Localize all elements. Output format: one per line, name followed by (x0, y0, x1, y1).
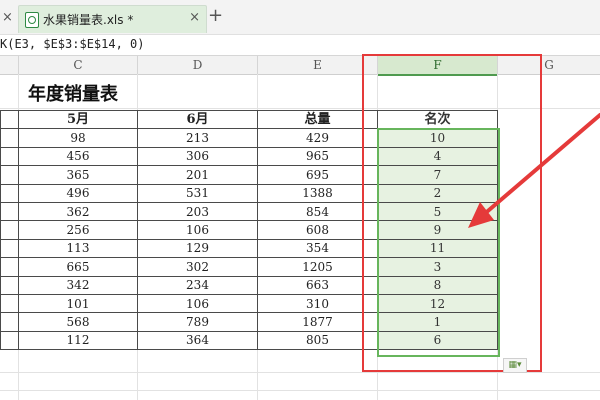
formula-bar[interactable]: K(E3, $E$3:$E$14, 0) (0, 35, 600, 56)
table-cell[interactable] (0, 183, 19, 203)
table-row: 365 201 695 7 (0, 165, 498, 185)
file-tab-title: 水果销量表.xls * (43, 13, 134, 27)
cell-rank[interactable]: 2 (377, 183, 498, 203)
cell-jun[interactable]: 531 (137, 183, 258, 203)
cell-may[interactable]: 342 (18, 275, 138, 295)
cell-may[interactable]: 256 (18, 220, 138, 240)
table-cell[interactable] (0, 146, 19, 167)
spreadsheet-file-icon (25, 12, 39, 28)
table-row: 98 213 429 10 (0, 128, 498, 148)
autofill-options-icon[interactable]: ▦▾ (503, 358, 527, 373)
column-header-stub (0, 56, 19, 75)
table-cell[interactable] (0, 257, 19, 277)
table-header-row: 5月 6月 总量 名次 (0, 109, 498, 130)
column-header-d[interactable]: D (138, 56, 258, 75)
cell-jun[interactable]: 106 (137, 220, 258, 240)
table-cell[interactable] (0, 238, 19, 259)
cell-rank[interactable]: 8 (377, 275, 498, 295)
cell-jun[interactable]: 364 (137, 330, 258, 351)
cell-jun[interactable]: 302 (137, 257, 258, 277)
grid-line (0, 390, 600, 391)
cell-jun[interactable]: 203 (137, 201, 258, 222)
cell-jun[interactable]: 306 (137, 146, 258, 167)
table-cell[interactable] (0, 220, 19, 240)
cell-may[interactable]: 112 (18, 330, 138, 351)
header-jun[interactable]: 6月 (137, 109, 258, 130)
cell-may[interactable]: 113 (18, 238, 138, 259)
new-tab-button[interactable]: + (208, 5, 223, 26)
column-header-f[interactable]: F (378, 56, 498, 76)
cell-rank[interactable]: 4 (377, 146, 498, 167)
table-row: 496 531 1388 2 (0, 183, 498, 203)
cell-total[interactable]: 354 (257, 238, 378, 259)
cell-jun[interactable]: 201 (137, 165, 258, 185)
cell-total[interactable]: 1205 (257, 257, 378, 277)
cell-total[interactable]: 608 (257, 220, 378, 240)
cell-rank[interactable]: 12 (377, 293, 498, 314)
cell-total[interactable]: 695 (257, 165, 378, 185)
cell-may[interactable]: 101 (18, 293, 138, 314)
table-cell[interactable] (0, 293, 19, 314)
cell-total[interactable]: 1388 (257, 183, 378, 203)
cell-total[interactable]: 429 (257, 128, 378, 148)
cell-may[interactable]: 456 (18, 146, 138, 167)
cell-total[interactable]: 1877 (257, 312, 378, 332)
cell-total[interactable]: 663 (257, 275, 378, 295)
column-header-c[interactable]: C (19, 56, 138, 75)
cell-may[interactable]: 365 (18, 165, 138, 185)
table-row: 113 129 354 11 (0, 238, 498, 259)
sheet-title: 年度销量表 (28, 84, 118, 105)
cell-jun[interactable]: 129 (137, 238, 258, 259)
cell-rank[interactable]: 6 (377, 330, 498, 351)
table-cell[interactable] (0, 201, 19, 222)
close-icon[interactable]: × (2, 10, 13, 25)
tab-close-icon[interactable]: × (189, 10, 200, 25)
table-cell[interactable] (0, 165, 19, 185)
grid-line (0, 108, 600, 109)
tab-bar: × 水果销量表.xls * × + (0, 0, 600, 35)
table-cell[interactable] (0, 330, 19, 351)
cell-jun[interactable]: 213 (137, 128, 258, 148)
table-row: 362 203 854 5 (0, 201, 498, 222)
column-header-e[interactable]: E (258, 56, 378, 75)
cell-total[interactable]: 965 (257, 146, 378, 167)
formula-text: K(E3, $E$3:$E$14, 0) (0, 37, 145, 51)
cell-rank[interactable]: 1 (377, 312, 498, 332)
cell-jun[interactable]: 106 (137, 293, 258, 314)
cell-rank[interactable]: 3 (377, 257, 498, 277)
cell-rank[interactable]: 9 (377, 220, 498, 240)
table-cell[interactable] (0, 128, 19, 148)
column-header-g[interactable]: G (498, 56, 600, 75)
cell-may[interactable]: 98 (18, 128, 138, 148)
cell-rank[interactable]: 11 (377, 238, 498, 259)
cell-total[interactable]: 805 (257, 330, 378, 351)
cell-may[interactable]: 362 (18, 201, 138, 222)
cell-rank[interactable]: 5 (377, 201, 498, 222)
table-cell[interactable] (0, 109, 19, 130)
table-cell[interactable] (0, 312, 19, 332)
table-row: 342 234 663 8 (0, 275, 498, 295)
cell-may[interactable]: 568 (18, 312, 138, 332)
cell-total[interactable]: 854 (257, 201, 378, 222)
cell-may[interactable]: 496 (18, 183, 138, 203)
table-row: 568 789 1877 1 (0, 312, 498, 332)
header-may[interactable]: 5月 (18, 109, 138, 130)
cell-jun[interactable]: 789 (137, 312, 258, 332)
table-row: 456 306 965 4 (0, 146, 498, 167)
table-row: 256 106 608 9 (0, 220, 498, 240)
data-table: 5月 6月 总量 名次 98 213 429 10 456 306 965 4 365 201… (0, 109, 498, 351)
cell-jun[interactable]: 234 (137, 275, 258, 295)
cell-total[interactable]: 310 (257, 293, 378, 314)
header-rank[interactable]: 名次 (377, 109, 498, 130)
cell-may[interactable]: 665 (18, 257, 138, 277)
cell-rank[interactable]: 10 (377, 128, 498, 148)
table-cell[interactable] (0, 275, 19, 295)
table-row: 665 302 1205 3 (0, 257, 498, 277)
table-row: 101 106 310 12 (0, 293, 498, 314)
header-total[interactable]: 总量 (257, 109, 378, 130)
table-row: 112 364 805 6 (0, 330, 498, 351)
cell-rank[interactable]: 7 (377, 165, 498, 185)
file-tab[interactable]: 水果销量表.xls * × (18, 5, 207, 33)
